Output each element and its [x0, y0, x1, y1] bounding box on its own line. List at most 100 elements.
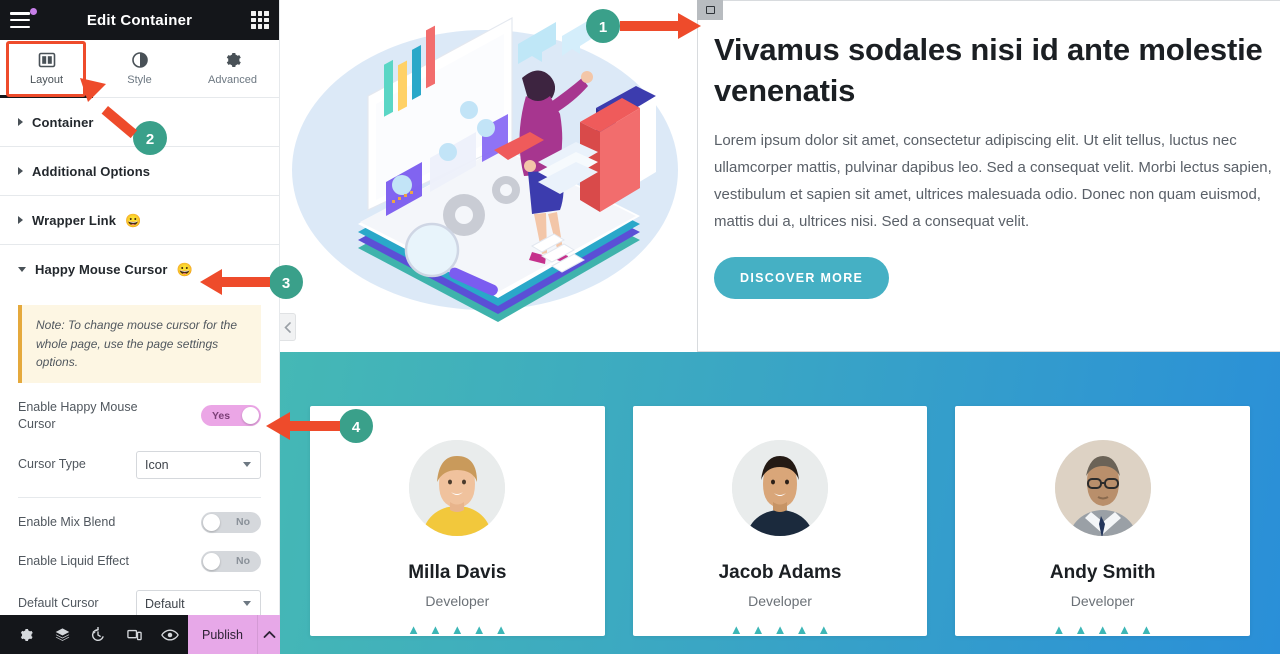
rating-stars: ▲ ▲ ▲ ▲ ▲ — [971, 623, 1234, 636]
responsive-mode-icon[interactable] — [116, 615, 152, 654]
star-icon: ▲ — [407, 622, 421, 637]
discover-more-button[interactable]: DISCOVER MORE — [714, 257, 890, 300]
team-member-name: Jacob Adams — [718, 562, 842, 583]
section-wrapper-link[interactable]: Wrapper Link 😀 — [0, 196, 279, 245]
toggle-value: Yes — [212, 409, 231, 422]
layout-columns-icon — [38, 52, 55, 68]
publish-label: Publish — [202, 627, 243, 642]
navigator-layers-icon[interactable] — [44, 615, 80, 654]
control-enable-liquid-effect: Enable Liquid Effect No — [18, 550, 261, 572]
star-icon: ▲ — [773, 622, 787, 637]
control-label: Enable Mix Blend — [18, 514, 116, 529]
elementor-editor-screen: Vivamus sodales nisi id ante molestie ve… — [0, 0, 1280, 654]
hero-heading: Vivamus sodales nisi id ante molestie ve… — [714, 32, 1263, 109]
star-icon: ▲ — [795, 622, 809, 637]
toggle-knob — [203, 552, 220, 570]
history-icon[interactable] — [80, 615, 116, 654]
hero-illustration — [280, 0, 697, 352]
tab-layout[interactable]: Layout — [0, 40, 93, 98]
chevron-right-icon — [18, 118, 23, 126]
hero-text-container[interactable]: Vivamus sodales nisi id ante molestie ve… — [697, 0, 1280, 352]
section-container-header[interactable]: Container — [0, 98, 279, 146]
control-label: Cursor Type — [18, 457, 86, 472]
hero-paragraph: Lorem ipsum dolor sit amet, consectetur … — [714, 132, 1272, 230]
section-wrapper-link-label: Wrapper Link — [32, 212, 117, 228]
control-label: Default Cursor — [18, 596, 99, 611]
settings-gear-icon[interactable] — [8, 615, 44, 654]
rating-stars: ▲ ▲ ▲ ▲ ▲ — [326, 623, 589, 636]
star-icon: ▲ — [1052, 622, 1066, 637]
toggle-value: No — [236, 516, 250, 529]
star-icon: ▲ — [817, 622, 831, 637]
chevron-down-icon — [243, 601, 251, 607]
star-icon: ▲ — [751, 622, 765, 637]
panel-footer: Publish — [0, 615, 280, 654]
enable-liquid-effect-toggle[interactable]: No — [201, 550, 261, 572]
section-happy-mouse-cursor-label: Happy Mouse Cursor — [35, 261, 168, 277]
control-default-cursor: Default Cursor Default — [18, 589, 261, 618]
control-label: Enable Liquid Effect — [18, 553, 129, 568]
enable-mix-blend-toggle[interactable]: No — [201, 511, 261, 533]
section-additional-options[interactable]: Additional Options — [0, 147, 279, 196]
section-happy-mouse-cursor[interactable]: Happy Mouse Cursor 😀 Note: To change mou… — [0, 245, 279, 645]
gear-icon — [226, 53, 241, 67]
star-icon: ▲ — [729, 622, 743, 637]
tab-advanced-label: Advanced — [208, 74, 257, 86]
star-icon: ▲ — [494, 622, 508, 637]
menu-hamburger-icon[interactable] — [10, 8, 37, 28]
publish-options-button[interactable] — [257, 615, 280, 654]
team-member-role: Developer — [425, 593, 490, 609]
tab-style[interactable]: Style — [93, 40, 186, 97]
preview-eye-icon[interactable] — [152, 615, 188, 654]
editor-panel: Edit Container Layout Style Advanced Con… — [0, 0, 280, 654]
default-cursor-select[interactable]: Default — [136, 589, 261, 618]
control-divider — [18, 496, 261, 498]
section-additional-options-label: Additional Options — [32, 163, 151, 179]
star-icon: ▲ — [429, 622, 442, 637]
contrast-circle-icon — [131, 52, 148, 68]
tab-advanced[interactable]: Advanced — [186, 40, 279, 97]
publish-button[interactable]: Publish — [188, 615, 257, 654]
panel-tabs: Layout Style Advanced — [0, 40, 279, 98]
star-icon: ▲ — [450, 622, 464, 637]
hero-section: Vivamus sodales nisi id ante molestie ve… — [280, 0, 1280, 352]
chevron-right-icon — [18, 167, 23, 175]
cursor-type-select[interactable]: Icon — [136, 450, 261, 479]
team-member-name: Milla Davis — [408, 562, 507, 583]
panel-header: Edit Container — [0, 0, 279, 40]
section-wrapper-link-header[interactable]: Wrapper Link 😀 — [0, 196, 279, 244]
enable-happy-mouse-cursor-toggle[interactable]: Yes — [201, 405, 261, 427]
tab-style-label: Style — [127, 74, 152, 86]
section-happy-mouse-cursor-header[interactable]: Happy Mouse Cursor 😀 — [0, 245, 279, 293]
chevron-up-icon — [263, 631, 275, 638]
team-section: Milla Davis Developer ▲ ▲ ▲ ▲ ▲ Jacob Ad… — [280, 352, 1280, 654]
rating-stars: ▲ ▲ ▲ ▲ ▲ — [649, 623, 912, 636]
toggle-knob — [203, 513, 220, 531]
team-card[interactable]: Andy Smith Developer ▲ ▲ ▲ ▲ ▲ — [955, 406, 1251, 636]
star-icon: ▲ — [1074, 622, 1088, 637]
chevron-down-icon — [243, 462, 251, 468]
avatar — [1054, 440, 1151, 536]
control-label: Enable Happy Mouse Cursor — [18, 399, 138, 431]
toggle-value: No — [236, 555, 250, 568]
grid-icon[interactable] — [251, 11, 269, 29]
team-member-role: Developer — [1070, 593, 1135, 609]
section-container[interactable]: Container — [0, 98, 279, 147]
control-enable-happy-mouse-cursor: Enable Happy Mouse Cursor Yes — [18, 399, 261, 433]
panel-collapse-handle[interactable] — [280, 313, 296, 341]
team-card[interactable]: Jacob Adams Developer ▲ ▲ ▲ ▲ ▲ — [632, 406, 928, 636]
toggle-knob — [242, 407, 259, 425]
chevron-right-icon — [18, 216, 23, 224]
team-card[interactable]: Milla Davis Developer ▲ ▲ ▲ ▲ ▲ — [310, 406, 605, 636]
chevron-down-icon — [18, 266, 26, 272]
control-enable-mix-blend: Enable Mix Blend No — [18, 511, 261, 533]
container-select-handle[interactable] — [697, 0, 723, 20]
avatar — [732, 440, 828, 536]
footer-tools — [0, 615, 188, 654]
team-member-role: Developer — [748, 593, 812, 609]
star-icon: ▲ — [1139, 622, 1153, 637]
section-additional-options-header[interactable]: Additional Options — [0, 147, 279, 195]
team-cards: Milla Davis Developer ▲ ▲ ▲ ▲ ▲ Jacob Ad… — [280, 406, 1280, 636]
info-note-text: Note: To change mouse cursor for the who… — [36, 318, 237, 370]
panel-title: Edit Container — [86, 11, 193, 29]
